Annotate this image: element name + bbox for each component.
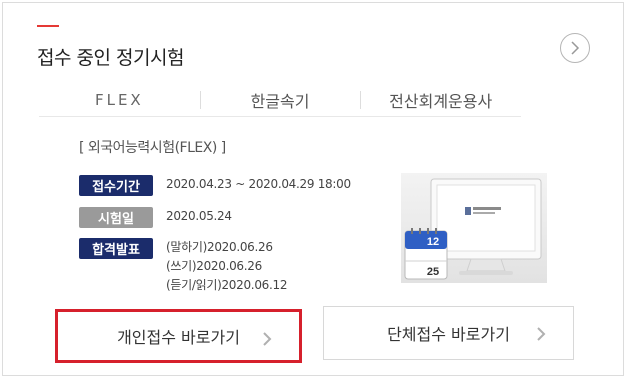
group-registration-label: 단체접수 바로가기 (387, 325, 510, 344)
result-speaking-line: (말하기)2020.06.26 (166, 240, 273, 254)
registration-period-value: 2020.04.23 ~ 2020.04.29 18:00 (166, 175, 351, 196)
result-announcement-badge: 합격발표 (79, 238, 153, 259)
title-accent-line (37, 25, 59, 27)
exam-date-badge: 시험일 (79, 207, 153, 228)
tab-flex[interactable]: FLEX (39, 83, 200, 116)
registration-period-line: 2020.04.23 ~ 2020.04.29 18:00 (166, 177, 351, 191)
chevron-right-icon (571, 41, 580, 55)
monitor-calendar-illustration: 12 25 (401, 173, 547, 283)
registration-period-row: 접수기간 2020.04.23 ~ 2020.04.29 18:00 (79, 175, 351, 196)
registration-period-badge: 접수기간 (79, 175, 153, 196)
calendar-bottom-number: 25 (427, 266, 439, 278)
exam-date-row: 시험일 2020.05.24 (79, 207, 232, 228)
individual-registration-button[interactable]: 개인접수 바로가기 (55, 309, 302, 363)
tab-computerized-accounting[interactable]: 전산회계운용사 (360, 83, 521, 116)
exam-tabs: FLEX 한글속기 전산회계운용사 (39, 83, 521, 117)
exam-date-value: 2020.05.24 (166, 207, 232, 228)
exam-date-line: 2020.05.24 (166, 209, 232, 223)
result-announcement-row: 합격발표 (말하기)2020.06.26 (쓰기)2020.06.26 (듣기/… (79, 238, 287, 295)
result-listening-reading-line: (듣기/읽기)2020.06.12 (166, 278, 288, 292)
chevron-right-icon (537, 327, 546, 341)
result-writing-line: (쓰기)2020.06.26 (166, 259, 262, 273)
tab-korean-shorthand[interactable]: 한글속기 (199, 83, 361, 116)
calendar-top-number: 12 (427, 236, 439, 248)
chevron-right-icon (263, 332, 272, 346)
group-registration-button[interactable]: 단체접수 바로가기 (323, 306, 574, 360)
individual-registration-label: 개인접수 바로가기 (117, 328, 240, 347)
exam-name: [ 외국어능력시험(FLEX) ] (79, 140, 226, 156)
panel-title: 접수 중인 정기시험 (37, 47, 184, 69)
next-arrow-button[interactable] (560, 33, 590, 63)
result-announcement-value: (말하기)2020.06.26 (쓰기)2020.06.26 (듣기/읽기)20… (166, 238, 287, 295)
